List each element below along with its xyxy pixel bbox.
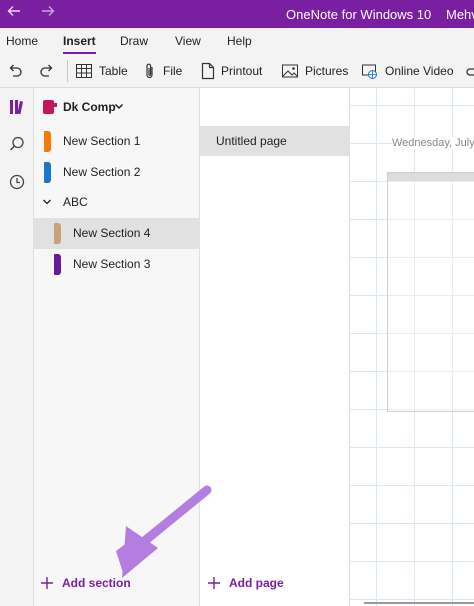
- ribbon-toolbar: Table File Printout Pictures Online Vide…: [0, 54, 474, 88]
- notebooks-icon[interactable]: [5, 95, 29, 119]
- search-icon[interactable]: [5, 132, 29, 156]
- section-item[interactable]: New Section 3: [34, 249, 200, 280]
- note-container[interactable]: [387, 172, 474, 412]
- section-item-selected[interactable]: New Section 4: [34, 218, 200, 249]
- page-label: Untitled page: [216, 134, 287, 148]
- section-tab-icon: [54, 223, 61, 244]
- insert-printout-button[interactable]: Printout: [201, 61, 262, 81]
- title-bar: OneNote for Windows 10 Mehv: [0, 0, 474, 28]
- ribbon-divider: [67, 60, 68, 82]
- page-item-selected[interactable]: Untitled page: [200, 126, 350, 156]
- plus-icon: [208, 577, 220, 589]
- table-icon: [76, 64, 92, 78]
- add-page-button[interactable]: Add page: [207, 576, 284, 590]
- link-icon: [466, 68, 474, 76]
- horizontal-scrollbar[interactable]: [364, 602, 474, 604]
- section-group[interactable]: ABC: [34, 187, 200, 218]
- section-tab-icon: [54, 254, 61, 275]
- notebook-name: Dk Comp: [63, 100, 116, 114]
- tab-home[interactable]: Home: [6, 34, 38, 48]
- section-group-label: ABC: [63, 195, 88, 209]
- insert-pictures-button[interactable]: Pictures: [281, 61, 348, 81]
- paperclip-icon: [146, 63, 153, 79]
- add-section-button[interactable]: Add section: [40, 576, 131, 590]
- section-label: New Section 1: [63, 134, 141, 148]
- back-arrow-icon[interactable]: [6, 3, 22, 24]
- section-label: New Section 3: [73, 257, 151, 271]
- file-label: File: [163, 64, 183, 78]
- chevron-down-icon: [114, 103, 124, 110]
- section-tab-icon: [44, 131, 51, 152]
- app-title: OneNote for Windows 10: [286, 7, 432, 22]
- sections-pane: Dk Comp New Section 1 New Section 2 ABC …: [34, 88, 200, 606]
- undo-button[interactable]: [6, 61, 30, 81]
- tab-view[interactable]: View: [175, 34, 201, 48]
- recent-notes-clock-icon[interactable]: [5, 170, 29, 194]
- user-name[interactable]: Mehv: [446, 7, 474, 22]
- insert-table-button[interactable]: Table: [75, 61, 128, 81]
- section-tab-icon: [44, 162, 51, 183]
- pictures-label: Pictures: [305, 64, 349, 78]
- chevron-down-icon: [43, 199, 51, 205]
- forward-arrow-icon[interactable]: [40, 3, 56, 24]
- menu-bar: Home Insert Draw View Help: [0, 28, 474, 55]
- navigation-rail: [0, 88, 34, 606]
- table-label: Table: [99, 64, 128, 78]
- plus-icon: [41, 577, 53, 589]
- insert-online-video-button[interactable]: Online Video: [361, 61, 454, 81]
- online-video-icon: [362, 64, 377, 79]
- add-section-label: Add section: [62, 576, 131, 590]
- page-date: Wednesday, July 2: [392, 137, 474, 149]
- section-item[interactable]: New Section 2: [34, 157, 200, 188]
- tab-draw[interactable]: Draw: [120, 34, 148, 48]
- insert-file-button[interactable]: File: [143, 61, 182, 81]
- pages-pane: Untitled page Add page: [200, 88, 350, 606]
- tab-help[interactable]: Help: [227, 34, 252, 48]
- note-canvas[interactable]: Wednesday, July 2: [350, 88, 474, 606]
- notebook-icon: [43, 100, 57, 114]
- redo-icon: [40, 64, 53, 77]
- printout-label: Printout: [221, 64, 263, 78]
- redo-button[interactable]: [38, 61, 62, 81]
- add-page-label: Add page: [229, 576, 284, 590]
- tab-insert[interactable]: Insert: [63, 34, 96, 55]
- section-label: New Section 2: [63, 165, 141, 179]
- printout-icon: [201, 62, 215, 80]
- notebook-selector[interactable]: Dk Comp: [34, 88, 200, 126]
- section-item[interactable]: New Section 1: [34, 126, 200, 157]
- undo-icon: [9, 64, 22, 77]
- online-video-label: Online Video: [385, 64, 454, 78]
- insert-link-button[interactable]: [464, 61, 474, 81]
- section-label: New Section 4: [73, 226, 151, 240]
- picture-icon: [282, 64, 298, 78]
